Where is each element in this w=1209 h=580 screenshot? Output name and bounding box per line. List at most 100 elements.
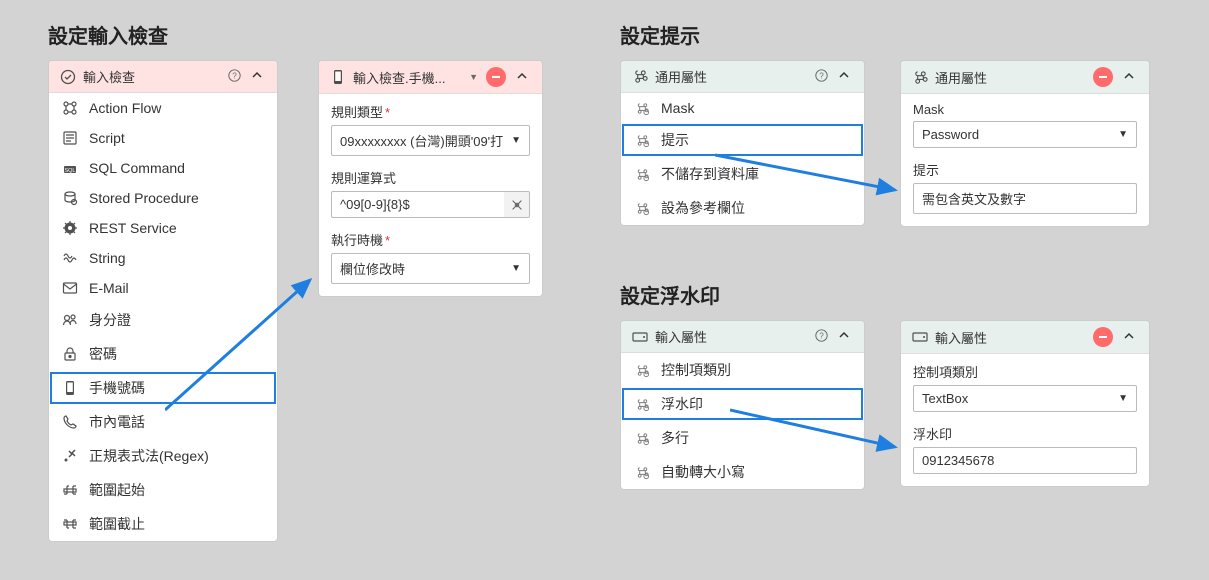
input-check-list: Action Flow Script SQL SQL Command Stored Pr… (49, 93, 277, 541)
input-prop-item[interactable]: 自動轉大小寫 (621, 455, 864, 489)
collapse-caret-icon[interactable] (247, 69, 267, 84)
input-prop-item[interactable]: 多行 (621, 421, 864, 455)
item-icon (61, 414, 79, 430)
hint-label: 提示 (913, 160, 1137, 179)
input-props-list: 控制項類別浮水印多行自動轉大小寫 (621, 353, 864, 489)
collapse-caret-icon[interactable] (1119, 330, 1139, 345)
check-circle-icon (59, 69, 77, 85)
input-prop-item[interactable]: 浮水印 (621, 387, 864, 421)
help-icon[interactable]: ? (228, 69, 241, 85)
item-label: REST Service (89, 220, 177, 236)
collapse-caret-icon[interactable] (512, 70, 532, 85)
item-label: Action Flow (89, 100, 161, 116)
item-icon (633, 166, 651, 182)
rule-type-label: 規則類型* (331, 102, 530, 121)
panel-header-input-check[interactable]: 輸入檢查 ? (49, 61, 277, 93)
item-label: 手機號碼 (89, 378, 145, 398)
svg-text:SQL: SQL (64, 168, 75, 174)
panel-header-input-props[interactable]: 輸入屬性 ? (621, 321, 864, 353)
svg-text:?: ? (819, 331, 824, 340)
item-icon (61, 100, 79, 116)
input-check-item[interactable]: 身分證 (49, 303, 277, 337)
control-type-select[interactable]: TextBox▼ (913, 385, 1137, 412)
expr-tool-button[interactable] (504, 191, 530, 218)
common-prop-item[interactable]: 不儲存到資料庫 (621, 157, 864, 191)
item-icon (633, 132, 651, 148)
item-label: Stored Procedure (89, 190, 199, 206)
section-title-watermark: 設定浮水印 (620, 280, 720, 309)
item-label: 多行 (661, 428, 689, 448)
input-check-item[interactable]: 手機號碼 (49, 371, 277, 405)
item-label: 設為參考欄位 (661, 198, 745, 218)
remove-button[interactable] (1093, 327, 1113, 347)
input-check-item[interactable]: Action Flow (49, 93, 277, 123)
remove-button[interactable] (1093, 67, 1113, 87)
help-icon[interactable]: ? (815, 69, 828, 85)
item-label: 正規表式法(Regex) (89, 446, 209, 466)
panel-title: 通用屬性 (655, 67, 809, 86)
input-check-item[interactable]: REST Service (49, 213, 277, 243)
input-check-item[interactable]: SQL SQL Command (49, 153, 277, 183)
watermark-label: 浮水印 (913, 424, 1137, 443)
item-label: 市內電話 (89, 412, 145, 432)
exec-timing-label: 執行時機* (331, 230, 530, 249)
svg-text:?: ? (232, 71, 237, 80)
item-icon (61, 516, 79, 532)
command-icon (911, 69, 929, 85)
rule-expr-input[interactable]: ^09[0-9]{8}$ (331, 191, 504, 218)
common-prop-item[interactable]: Mask (621, 93, 864, 123)
hint-input[interactable]: 需包含英文及數字 (913, 183, 1137, 214)
item-icon (633, 430, 651, 446)
input-check-item[interactable]: 範圍截止 (49, 507, 277, 541)
item-label: E-Mail (89, 280, 129, 296)
common-prop-item[interactable]: 設為參考欄位 (621, 191, 864, 225)
section-title-input-check: 設定輸入檢查 (48, 20, 168, 49)
input-check-item[interactable]: Stored Procedure (49, 183, 277, 213)
input-check-item[interactable]: E-Mail (49, 273, 277, 303)
item-icon (633, 200, 651, 216)
command-icon (631, 69, 649, 85)
help-icon[interactable]: ? (815, 329, 828, 345)
item-label: 不儲存到資料庫 (661, 164, 759, 184)
input-check-item[interactable]: String (49, 243, 277, 273)
item-icon (61, 380, 79, 396)
input-check-item[interactable]: 範圍起始 (49, 473, 277, 507)
rule-type-select[interactable]: 09xxxxxxxx (台灣)開頭'09'打▼ (331, 125, 530, 156)
item-icon (61, 250, 79, 266)
phone-icon (329, 69, 347, 85)
collapse-caret-icon[interactable] (1119, 70, 1139, 85)
input-box-icon (911, 329, 929, 345)
item-icon (61, 448, 79, 464)
input-prop-item[interactable]: 控制項類別 (621, 353, 864, 387)
input-check-item[interactable]: Script (49, 123, 277, 153)
watermark-input[interactable]: 0912345678 (913, 447, 1137, 474)
input-box-icon (631, 329, 649, 345)
input-check-item[interactable]: 市內電話 (49, 405, 277, 439)
exec-timing-select[interactable]: 欄位修改時▼ (331, 253, 530, 284)
item-label: 浮水印 (661, 394, 703, 414)
item-icon (633, 362, 651, 378)
panel-header-input-props-detail[interactable]: 輸入屬性 (901, 321, 1149, 354)
collapse-caret-icon[interactable] (834, 69, 854, 84)
input-check-item[interactable]: 正規表式法(Regex) (49, 439, 277, 473)
item-label: 密碼 (89, 344, 117, 364)
item-label: SQL Command (89, 160, 185, 176)
input-check-item[interactable]: 密碼 (49, 337, 277, 371)
common-props-list: Mask 提示不儲存到資料庫設為參考欄位 (621, 93, 864, 225)
remove-button[interactable] (486, 67, 506, 87)
item-label: 提示 (661, 130, 689, 150)
mask-label: Mask (913, 102, 1137, 117)
item-icon (61, 312, 79, 328)
common-prop-item[interactable]: 提示 (621, 123, 864, 157)
item-label: String (89, 250, 126, 266)
collapse-caret-icon[interactable] (834, 329, 854, 344)
panel-header-common-props-detail[interactable]: 通用屬性 (901, 61, 1149, 94)
panel-header-common-props[interactable]: 通用屬性 ? (621, 61, 864, 93)
panel-header-rule[interactable]: 輸入檢查.手機... ▼ (319, 61, 542, 94)
mask-select[interactable]: Password▼ (913, 121, 1137, 148)
panel-title: 輸入屬性 (655, 327, 809, 346)
item-icon: SQL (61, 160, 79, 176)
item-icon (633, 396, 651, 412)
dropdown-icon[interactable]: ▼ (467, 72, 480, 82)
panel-title: 輸入檢查.手機... (353, 68, 461, 87)
